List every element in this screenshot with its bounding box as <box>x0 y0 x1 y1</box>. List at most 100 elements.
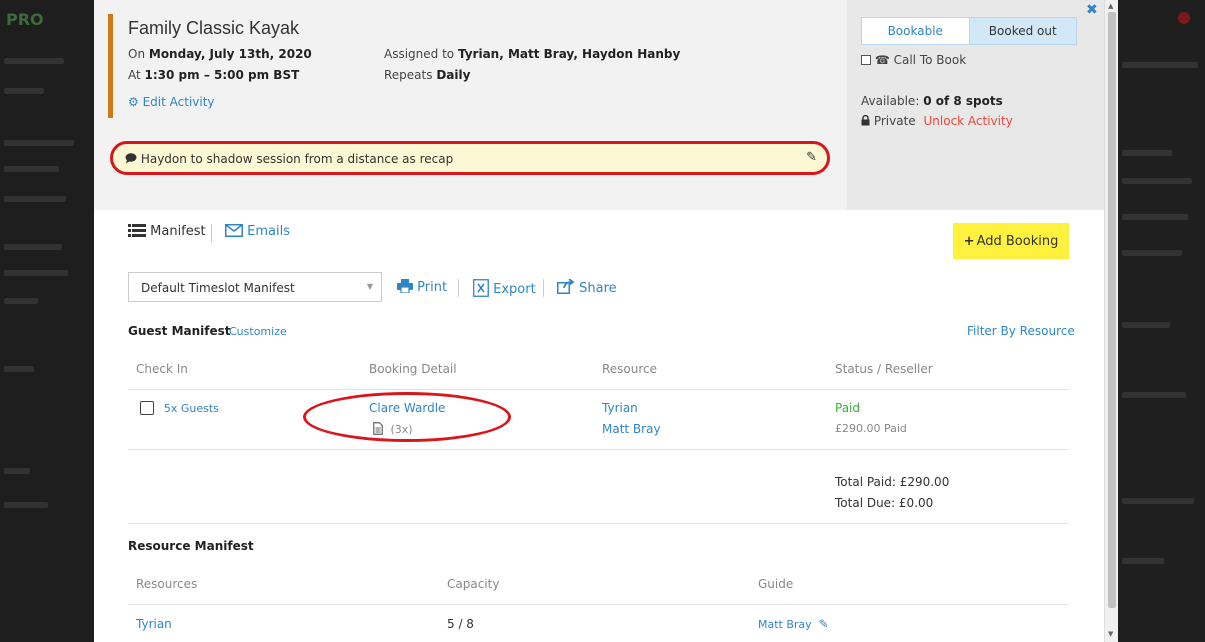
column-header: Check In <box>136 362 188 376</box>
background-line <box>1122 558 1164 564</box>
background-notification-badge <box>1178 12 1190 24</box>
background-line <box>4 140 74 146</box>
activity-time-value: 1:30 pm – 5:00 pm BST <box>144 68 300 82</box>
column-header: Status / Reseller <box>835 362 933 376</box>
manifest-select[interactable]: Default Timeslot Manifest ▼ <box>128 272 382 302</box>
unlock-activity-link[interactable]: Unlock Activity <box>924 114 1013 128</box>
share-icon <box>557 278 579 296</box>
toolbar-divider <box>458 279 459 297</box>
call-to-book[interactable]: ☎ Call To Book <box>861 53 966 67</box>
background-line <box>4 502 48 508</box>
modal-scrollbar[interactable]: ▲ ▼ <box>1104 0 1118 642</box>
resource-manifest-title: Resource Manifest <box>128 539 254 553</box>
close-icon[interactable]: ✖ <box>1086 2 1098 18</box>
background-logo: PRO <box>6 10 44 29</box>
status-badge: Paid <box>835 401 861 415</box>
resource-link[interactable]: Tyrian <box>602 401 638 415</box>
background-line <box>1122 178 1192 184</box>
column-header: Resource <box>602 362 658 376</box>
background-line <box>1122 392 1186 398</box>
capacity-value: 5 / 8 <box>447 617 474 631</box>
scroll-up-icon[interactable]: ▲ <box>1108 2 1113 10</box>
column-header: Guide <box>758 577 794 591</box>
print-label: Print <box>417 280 448 295</box>
edit-activity-link[interactable]: ⚙ Edit Activity <box>128 95 215 109</box>
background-line <box>4 270 68 276</box>
background-line <box>4 88 44 94</box>
resource-row-link[interactable]: Tyrian <box>136 617 172 631</box>
pencil-icon[interactable]: ✎ <box>806 150 817 165</box>
activity-note-text: Haydon to shadow session from a distance… <box>140 152 454 166</box>
guide-cell: Matt Bray ✎ <box>758 617 829 631</box>
list-icon <box>128 224 150 239</box>
background-line <box>4 244 62 250</box>
edit-activity-label: Edit Activity <box>142 95 215 109</box>
activity-note[interactable]: Haydon to shadow session from a distance… <box>110 141 830 175</box>
divider <box>128 449 1069 450</box>
export-button[interactable]: Export <box>473 279 536 297</box>
share-label: Share <box>579 281 617 296</box>
total-paid: Total Paid: £290.00 <box>835 475 950 489</box>
background-line <box>4 298 38 304</box>
call-to-book-checkbox[interactable] <box>861 55 871 65</box>
booked-out-option[interactable]: Booked out <box>968 18 1076 44</box>
background-line <box>1122 498 1194 504</box>
tab-divider <box>211 224 212 242</box>
call-to-book-label: Call To Book <box>893 53 967 67</box>
bookable-option[interactable]: Bookable <box>862 18 969 44</box>
scroll-down-icon[interactable]: ▼ <box>1108 630 1113 638</box>
scrollbar-thumb[interactable] <box>1108 12 1116 608</box>
activity-time: At 1:30 pm – 5:00 pm BST <box>128 68 299 82</box>
background-right-panel <box>1118 0 1205 642</box>
status-detail: £290.00 Paid <box>835 422 907 435</box>
activity-date: On Monday, July 13th, 2020 <box>128 47 312 61</box>
background-line <box>1122 250 1182 256</box>
divider <box>128 604 1069 605</box>
customize-link[interactable]: Customize <box>229 325 287 338</box>
background-line <box>4 468 30 474</box>
background-line <box>4 196 66 202</box>
column-header: Booking Detail <box>369 362 457 376</box>
lock-icon <box>861 114 874 128</box>
assigned-value: Tyrian, Matt Bray, Haydon Hanby <box>457 47 681 61</box>
available-prefix: Available: <box>861 94 924 108</box>
activity-assigned: Assigned to Tyrian, Matt Bray, Haydon Ha… <box>384 47 680 61</box>
print-button[interactable]: Print <box>397 279 447 295</box>
background-line <box>1122 150 1172 156</box>
background-line <box>1122 322 1170 328</box>
check-in-checkbox[interactable] <box>140 401 154 415</box>
printer-icon <box>397 279 417 295</box>
private-label: Private <box>873 114 916 128</box>
divider <box>128 523 1069 524</box>
comment-icon <box>125 152 141 166</box>
activity-accent-bar <box>108 14 113 118</box>
background-line <box>4 166 59 172</box>
share-button[interactable]: Share <box>557 278 617 296</box>
add-booking-label: Add Booking <box>976 233 1059 249</box>
activity-date-value: Monday, July 13th, 2020 <box>148 47 312 61</box>
caret-down-icon: ▼ <box>366 282 373 291</box>
tab-manifest[interactable]: Manifest <box>128 224 206 239</box>
repeats-value: Daily <box>436 68 471 82</box>
plus-icon: + <box>963 233 975 249</box>
divider <box>128 389 1069 390</box>
manifest-select-value: Default Timeslot Manifest <box>141 281 295 295</box>
column-header: Capacity <box>447 577 500 591</box>
assigned-prefix: Assigned to <box>384 47 458 61</box>
pencil-icon[interactable]: ✎ <box>819 617 829 631</box>
availability-count: Available: 0 of 8 spots <box>861 94 1003 108</box>
tab-emails[interactable]: Emails <box>225 224 290 239</box>
activity-time-prefix: At <box>128 68 145 82</box>
background-line <box>4 366 34 372</box>
activity-modal: Family Classic Kayak On Monday, July 13t… <box>94 0 1104 642</box>
availability-toggle: Bookable Booked out <box>861 17 1077 45</box>
guests-link[interactable]: 5x Guests <box>164 402 219 415</box>
background-line <box>1122 62 1198 68</box>
filter-by-resource-link[interactable]: Filter By Resource <box>967 324 1075 338</box>
add-booking-button[interactable]: + Add Booking <box>953 223 1069 259</box>
guide-link[interactable]: Matt Bray <box>758 618 812 631</box>
tab-manifest-label: Manifest <box>150 224 206 239</box>
background-line <box>1122 214 1188 220</box>
activity-title: Family Classic Kayak <box>128 18 300 38</box>
resource-link[interactable]: Matt Bray <box>602 422 661 436</box>
